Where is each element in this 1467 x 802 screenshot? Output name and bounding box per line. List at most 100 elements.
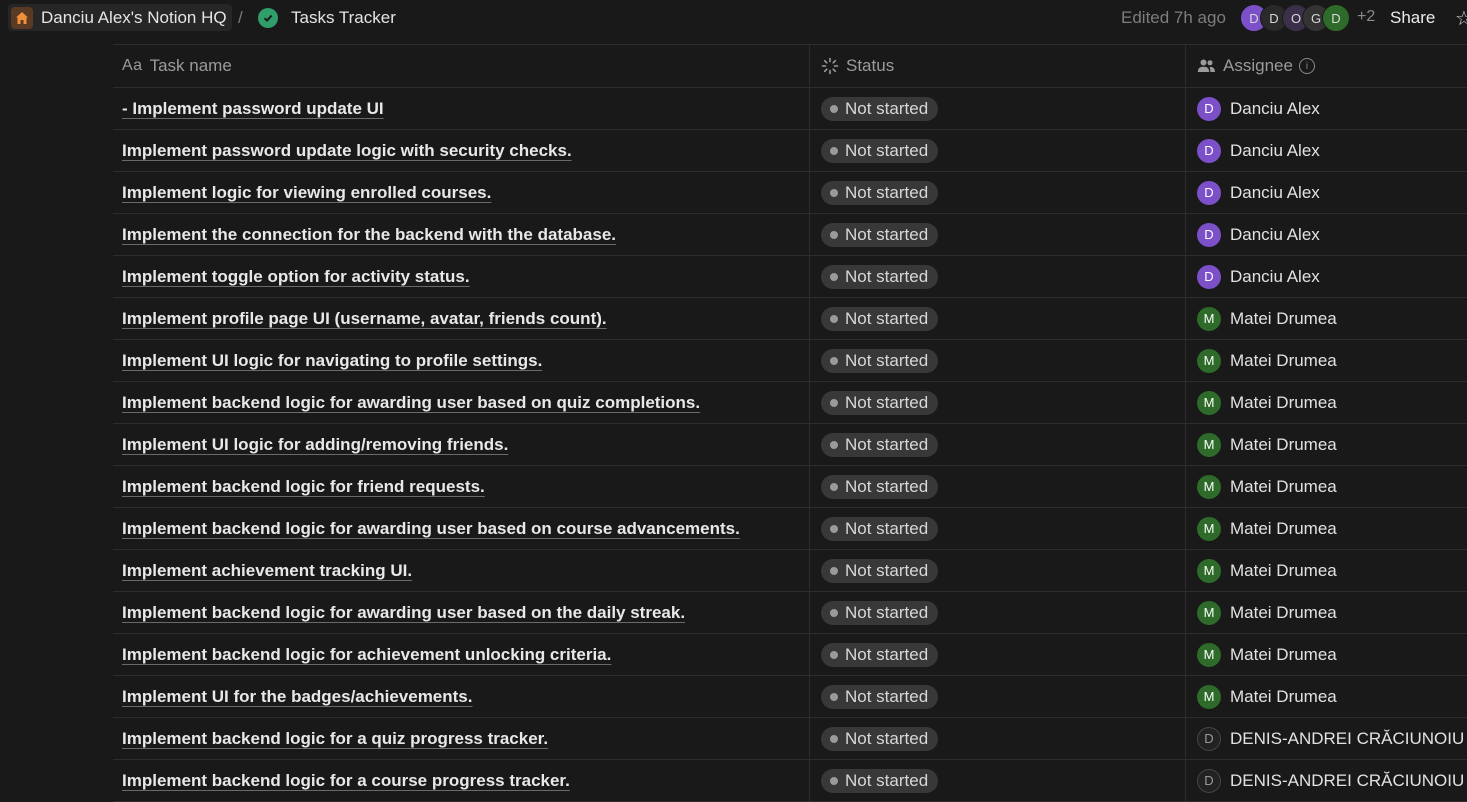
status-cell[interactable]: Not started <box>809 634 1185 675</box>
table-row[interactable]: Implement UI for the badges/achievements… <box>113 676 1467 718</box>
assignee-cell[interactable]: M Matei Drumea <box>1185 466 1467 507</box>
status-badge[interactable]: Not started <box>821 684 939 709</box>
task-cell[interactable]: Implement backend logic for awarding use… <box>113 382 809 423</box>
extra-collaborators-count[interactable]: +2 <box>1357 8 1375 26</box>
status-badge[interactable]: Not started <box>821 306 939 331</box>
status-badge[interactable]: Not started <box>821 558 939 583</box>
table-row[interactable]: Implement password update logic with sec… <box>113 130 1467 172</box>
status-cell[interactable]: Not started <box>809 214 1185 255</box>
status-cell[interactable]: Not started <box>809 508 1185 549</box>
task-name-link[interactable]: Implement profile page UI (username, ava… <box>122 309 607 329</box>
assignee[interactable]: D Danciu Alex <box>1197 138 1320 163</box>
assignee[interactable]: M Matei Drumea <box>1197 348 1337 373</box>
status-badge[interactable]: Not started <box>821 432 939 457</box>
column-header-status[interactable]: Status <box>809 45 1185 87</box>
assignee-cell[interactable]: M Matei Drumea <box>1185 634 1467 675</box>
assignee-cell[interactable]: M Matei Drumea <box>1185 676 1467 717</box>
table-row[interactable]: Implement backend logic for a course pro… <box>113 760 1467 802</box>
status-cell[interactable]: Not started <box>809 256 1185 297</box>
status-badge[interactable]: Not started <box>821 138 939 163</box>
task-cell[interactable]: Implement backend logic for awarding use… <box>113 508 809 549</box>
assignee-cell[interactable]: D Danciu Alex <box>1185 88 1467 129</box>
task-cell[interactable]: Implement the connection for the backend… <box>113 214 809 255</box>
status-badge[interactable]: Not started <box>821 180 939 205</box>
table-row[interactable]: Implement backend logic for awarding use… <box>113 508 1467 550</box>
table-row[interactable]: Implement achievement tracking UI. Not st… <box>113 550 1467 592</box>
task-cell[interactable]: Implement backend logic for achievement … <box>113 634 809 675</box>
assignee-cell[interactable]: M Matei Drumea <box>1185 382 1467 423</box>
status-badge[interactable]: Not started <box>821 264 939 289</box>
assignee[interactable]: D Danciu Alex <box>1197 96 1320 121</box>
column-header-task[interactable]: Aa Task name <box>113 45 809 87</box>
assignee-cell[interactable]: D Danciu Alex <box>1185 130 1467 171</box>
assignee[interactable]: M Matei Drumea <box>1197 684 1337 709</box>
table-row[interactable]: - Implement password update UI Not starte… <box>113 88 1467 130</box>
table-row[interactable]: Implement backend logic for awarding use… <box>113 592 1467 634</box>
table-row[interactable]: Implement backend logic for friend reque… <box>113 466 1467 508</box>
assignee-cell[interactable]: M Matei Drumea <box>1185 340 1467 381</box>
table-row[interactable]: Implement backend logic for achievement … <box>113 634 1467 676</box>
assignee[interactable]: M Matei Drumea <box>1197 306 1337 331</box>
assignee[interactable]: M Matei Drumea <box>1197 390 1337 415</box>
task-cell[interactable]: Implement backend logic for a quiz progr… <box>113 718 809 759</box>
assignee[interactable]: M Matei Drumea <box>1197 474 1337 499</box>
task-name-link[interactable]: Implement the connection for the backend… <box>122 225 616 245</box>
status-cell[interactable]: Not started <box>809 130 1185 171</box>
assignee[interactable]: D DENIS-ANDREI CRĂCIUNOIU <box>1197 768 1464 793</box>
assignee-cell[interactable]: D Danciu Alex <box>1185 214 1467 255</box>
status-cell[interactable]: Not started <box>809 466 1185 507</box>
task-cell[interactable]: Implement logic for viewing enrolled cou… <box>113 172 809 213</box>
status-badge[interactable]: Not started <box>821 726 939 751</box>
task-cell[interactable]: Implement toggle option for activity sta… <box>113 256 809 297</box>
task-cell[interactable]: Implement backend logic for friend reque… <box>113 466 809 507</box>
status-cell[interactable]: Not started <box>809 718 1185 759</box>
task-name-link[interactable]: Implement backend logic for friend reque… <box>122 477 485 497</box>
task-cell[interactable]: Implement achievement tracking UI. <box>113 550 809 591</box>
breadcrumb-workspace[interactable]: Danciu Alex's Notion HQ <box>8 4 232 31</box>
status-badge[interactable]: Not started <box>821 516 939 541</box>
task-cell[interactable]: Implement backend logic for a course pro… <box>113 760 809 801</box>
info-icon[interactable]: i <box>1298 58 1315 74</box>
task-cell[interactable]: Implement UI for the badges/achievements… <box>113 676 809 717</box>
status-badge[interactable]: Not started <box>821 348 939 373</box>
status-badge[interactable]: Not started <box>821 390 939 415</box>
status-cell[interactable]: Not started <box>809 760 1185 801</box>
task-name-link[interactable]: Implement UI logic for navigating to pro… <box>122 351 542 371</box>
status-badge[interactable]: Not started <box>821 222 939 247</box>
assignee-cell[interactable]: M Matei Drumea <box>1185 508 1467 549</box>
task-name-link[interactable]: - Implement password update UI <box>122 99 384 119</box>
task-name-link[interactable]: Implement achievement tracking UI. <box>122 561 412 581</box>
assignee[interactable]: D Danciu Alex <box>1197 264 1320 289</box>
status-cell[interactable]: Not started <box>809 424 1185 465</box>
share-button[interactable]: Share <box>1390 8 1435 28</box>
table-row[interactable]: Implement toggle option for activity sta… <box>113 256 1467 298</box>
assignee[interactable]: M Matei Drumea <box>1197 600 1337 625</box>
status-cell[interactable]: Not started <box>809 550 1185 591</box>
status-cell[interactable]: Not started <box>809 340 1185 381</box>
assignee[interactable]: D DENIS-ANDREI CRĂCIUNOIU <box>1197 726 1464 751</box>
assignee-cell[interactable]: D Danciu Alex <box>1185 256 1467 297</box>
status-cell[interactable]: Not started <box>809 382 1185 423</box>
task-name-link[interactable]: Implement logic for viewing enrolled cou… <box>122 183 491 203</box>
table-row[interactable]: Implement logic for viewing enrolled cou… <box>113 172 1467 214</box>
task-cell[interactable]: Implement profile page UI (username, ava… <box>113 298 809 339</box>
task-cell[interactable]: Implement UI logic for adding/removing f… <box>113 424 809 465</box>
task-name-link[interactable]: Implement password update logic with sec… <box>122 141 572 161</box>
task-name-link[interactable]: Implement UI for the badges/achievements… <box>122 687 472 707</box>
table-row[interactable]: Implement UI logic for navigating to pro… <box>113 340 1467 382</box>
assignee[interactable]: D Danciu Alex <box>1197 180 1320 205</box>
task-name-link[interactable]: Implement backend logic for awarding use… <box>122 393 700 413</box>
assignee-cell[interactable]: D DENIS-ANDREI CRĂCIUNOIU <box>1185 760 1467 801</box>
task-name-link[interactable]: Implement backend logic for a course pro… <box>122 771 570 791</box>
assignee[interactable]: M Matei Drumea <box>1197 432 1337 457</box>
avatar[interactable]: D <box>1322 4 1350 32</box>
assignee-cell[interactable]: D Danciu Alex <box>1185 172 1467 213</box>
assignee[interactable]: M Matei Drumea <box>1197 558 1337 583</box>
status-cell[interactable]: Not started <box>809 676 1185 717</box>
task-name-link[interactable]: Implement UI logic for adding/removing f… <box>122 435 508 455</box>
table-row[interactable]: Implement backend logic for a quiz progr… <box>113 718 1467 760</box>
column-header-assignee[interactable]: Assignee i <box>1185 45 1467 87</box>
status-badge[interactable]: Not started <box>821 600 939 625</box>
assignee-cell[interactable]: M Matei Drumea <box>1185 550 1467 591</box>
assignee-cell[interactable]: M Matei Drumea <box>1185 298 1467 339</box>
